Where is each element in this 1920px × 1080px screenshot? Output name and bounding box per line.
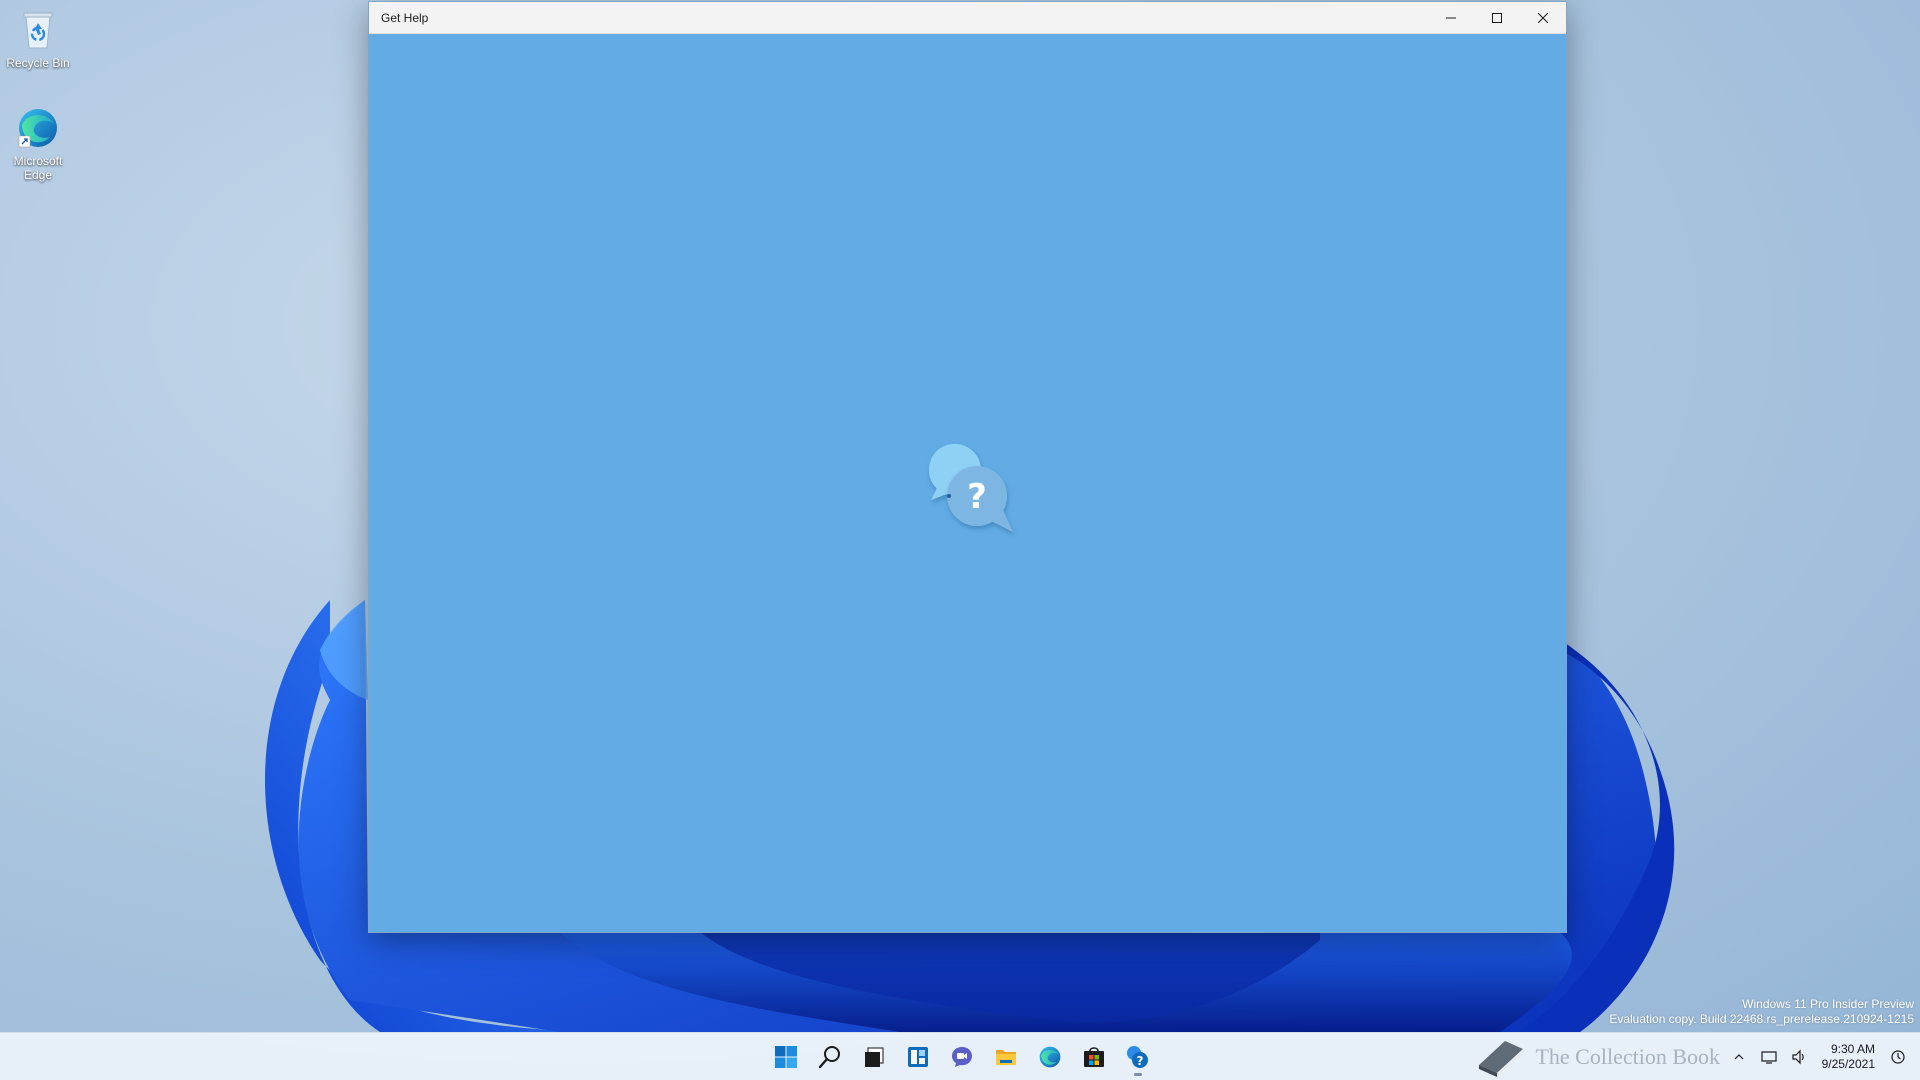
file-explorer-icon — [996, 1050, 1016, 1065]
book-icon — [1479, 1041, 1524, 1077]
window-titlebar[interactable]: Get Help — [369, 2, 1566, 34]
desktop-icon-label: Recycle Bin — [6, 56, 70, 70]
tray-volume-button[interactable] — [1787, 1045, 1811, 1069]
windows-start-icon — [775, 1046, 797, 1068]
taskbar-get-help-button[interactable]: ? — [1118, 1037, 1158, 1077]
window-title: Get Help — [381, 10, 429, 25]
taskbar-edge-button[interactable] — [1030, 1037, 1070, 1077]
widgets-icon — [908, 1047, 928, 1067]
minimize-button[interactable] — [1428, 2, 1474, 34]
taskbar: ? The Collection Book 9:30 AM 9/25/2021 — [0, 1032, 1920, 1080]
volume-icon — [1792, 1049, 1804, 1065]
taskbar-clock[interactable]: 9:30 AM 9/25/2021 — [1822, 1042, 1875, 1072]
tray-network-button[interactable] — [1757, 1045, 1781, 1069]
taskbar-task-view-button[interactable] — [854, 1037, 894, 1077]
taskbar-file-explorer-button[interactable] — [986, 1037, 1026, 1077]
edge-icon — [16, 106, 60, 150]
tray-notification-button[interactable] — [1886, 1045, 1910, 1069]
taskbar-chat-button[interactable] — [942, 1037, 982, 1077]
window-content-splash: ? — [369, 34, 1566, 932]
close-icon — [1538, 12, 1548, 23]
taskbar-apps: ? — [764, 1033, 1160, 1080]
search-icon — [818, 1046, 840, 1069]
chat-icon — [952, 1047, 972, 1067]
watermark-edition: Windows 11 Pro Insider Preview — [1742, 997, 1914, 1011]
network-icon — [1761, 1051, 1777, 1064]
taskbar-store-button[interactable] — [1074, 1037, 1114, 1077]
desktop-icon-label: Microsoft Edge — [13, 154, 63, 182]
desktop-icon-microsoft-edge[interactable]: Microsoft Edge — [0, 106, 78, 182]
minimize-icon — [1446, 17, 1456, 18]
evaluation-watermark: Windows 11 Pro Insider Preview Evaluatio… — [1609, 997, 1914, 1027]
svg-text:?: ? — [1137, 1054, 1144, 1068]
get-help-window: Get Help ? — [368, 1, 1567, 933]
get-help-icon: ? — [1127, 1046, 1148, 1068]
edge-icon — [1039, 1046, 1061, 1068]
desktop-icon-recycle-bin[interactable]: Recycle Bin — [0, 8, 78, 70]
maximize-button[interactable] — [1474, 2, 1520, 34]
tray-logo: The Collection Book — [1475, 1033, 1720, 1080]
notification-icon — [1891, 1050, 1905, 1064]
chevron-up-icon — [1734, 1054, 1744, 1060]
taskbar-start-button[interactable] — [766, 1037, 806, 1077]
maximize-icon — [1492, 12, 1502, 23]
taskbar-widgets-button[interactable] — [898, 1037, 938, 1077]
taskbar-search-button[interactable] — [810, 1037, 850, 1077]
task-view-icon — [865, 1047, 884, 1067]
get-help-icon: ? — [929, 444, 1013, 532]
clock-time: 9:30 AM — [1830, 1042, 1875, 1056]
clock-date: 9/25/2021 — [1821, 1057, 1875, 1071]
close-button[interactable] — [1520, 2, 1566, 34]
desktop: Recycle Bin Microsoft Edge Get Help ? Wi… — [0, 0, 1920, 1080]
recycle-bin-icon — [16, 8, 60, 52]
store-icon — [1084, 1047, 1104, 1067]
tray-overflow-button[interactable] — [1727, 1045, 1751, 1069]
watermark-build: Evaluation copy. Build 22468.rs_prerelea… — [1609, 1012, 1914, 1026]
svg-text:?: ? — [967, 477, 987, 517]
system-tray: 9:30 AM 9/25/2021 — [1724, 1033, 1920, 1080]
tray-logo-text: The Collection Book — [1535, 1044, 1720, 1069]
